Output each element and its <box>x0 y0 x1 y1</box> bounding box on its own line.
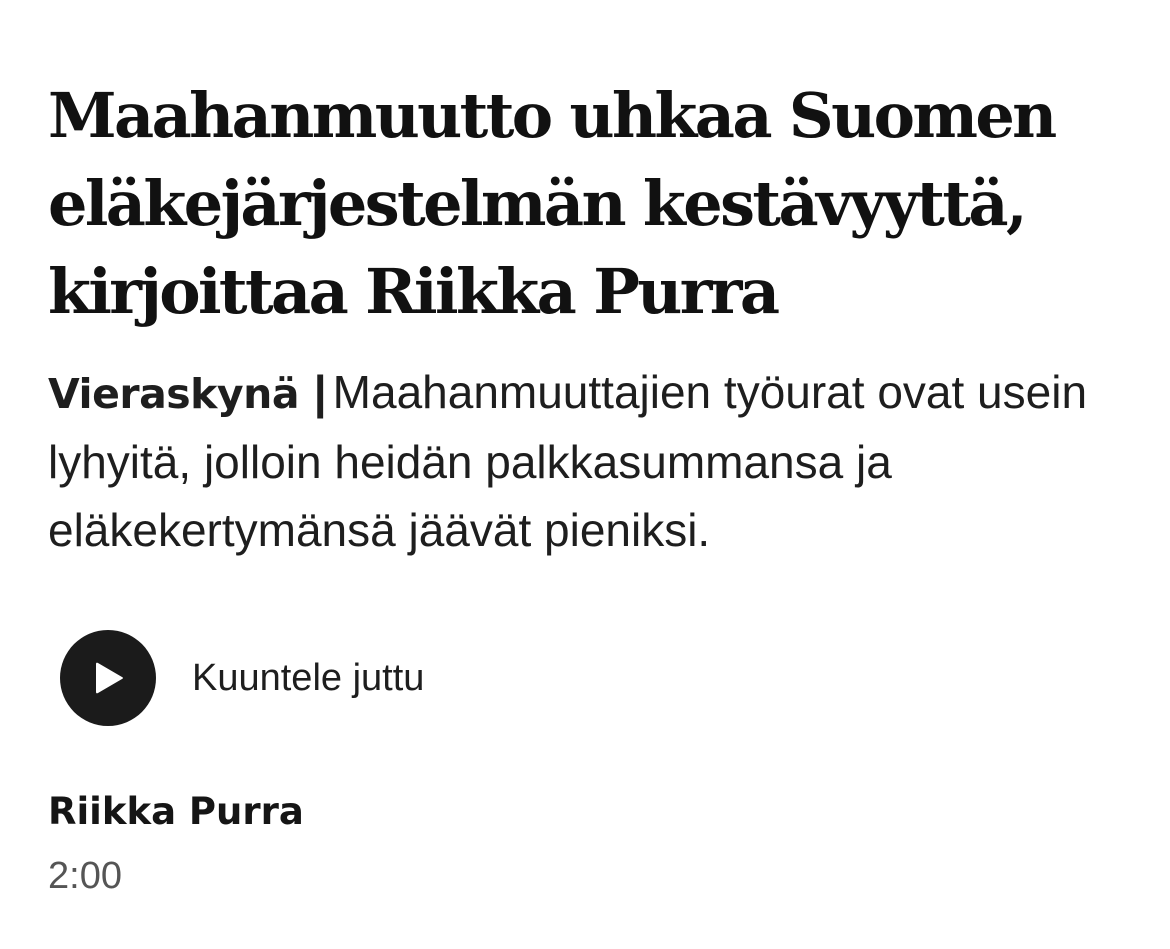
play-button[interactable] <box>60 630 156 726</box>
play-icon <box>96 662 123 694</box>
listen-to-article-button[interactable]: Kuuntele juttu <box>48 630 1128 726</box>
article-lead: Vieraskynä | Maahanmuuttajien työurat ova… <box>48 358 1128 564</box>
audio-duration: 2:00 <box>48 855 122 897</box>
author-name: Riikka Purra <box>48 790 304 833</box>
kicker-separator: | <box>313 366 327 418</box>
article-headline: Maahanmuutto uhkaa Suomen eläkejärjestel… <box>48 79 1057 328</box>
listen-label[interactable]: Kuuntele juttu <box>192 657 424 700</box>
article: Maahanmuutto uhkaa Suomen eläkejärjestel… <box>48 72 1128 898</box>
kicker-label: Vieraskynä <box>48 370 300 418</box>
